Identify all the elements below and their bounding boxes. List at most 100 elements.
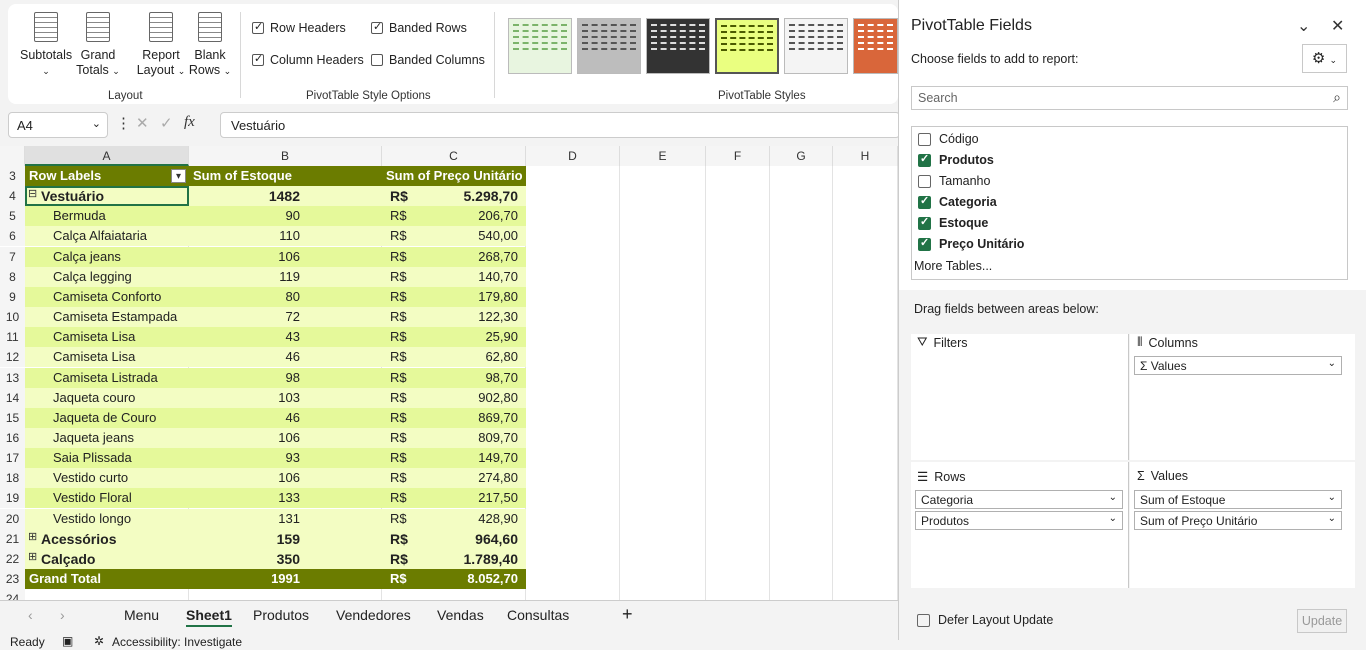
preco-value[interactable]: 869,70 bbox=[422, 407, 526, 428]
row-header[interactable]: 3 bbox=[0, 166, 25, 186]
preco-value[interactable]: 140,70 bbox=[422, 266, 526, 287]
style-swatch-lime-selected[interactable] bbox=[715, 18, 779, 74]
gear-icon[interactable]: ⚙ ⌄ bbox=[1302, 44, 1347, 73]
macro-record-icon[interactable]: ▣ bbox=[62, 634, 73, 648]
subtotals-button[interactable]: Subtotals ⌄ bbox=[20, 10, 72, 79]
field-codigo[interactable]: Código bbox=[918, 132, 979, 146]
spacer-cell[interactable] bbox=[306, 407, 382, 428]
formula-input[interactable]: Vestuário bbox=[220, 112, 900, 138]
grand-totals-button[interactable]: Grand Totals ⌄ bbox=[76, 10, 120, 79]
currency-symbol[interactable]: R$ bbox=[382, 569, 422, 589]
banded-rows-checkbox[interactable]: Banded Rows bbox=[371, 20, 467, 35]
cancel-icon[interactable]: ✕ bbox=[136, 114, 149, 132]
defer-layout-checkbox[interactable]: Defer Layout Update bbox=[917, 613, 1053, 627]
row-header[interactable]: 4 bbox=[0, 186, 25, 207]
preco-value[interactable]: 179,80 bbox=[422, 286, 526, 307]
columns-area[interactable] bbox=[1130, 334, 1355, 460]
currency-symbol[interactable]: R$ bbox=[382, 548, 422, 569]
column-headers-checkbox[interactable]: Column Headers bbox=[252, 52, 364, 67]
rows-produtos-pill[interactable]: Produtos ⌄ bbox=[915, 511, 1123, 530]
currency-symbol[interactable]: R$ bbox=[382, 226, 422, 247]
spacer-cell[interactable] bbox=[306, 246, 382, 267]
estoque-value[interactable]: 110 bbox=[189, 226, 306, 247]
spacer-cell[interactable] bbox=[306, 327, 382, 348]
spacer-cell[interactable] bbox=[306, 569, 382, 589]
style-swatch-white[interactable] bbox=[784, 18, 848, 74]
row-label[interactable]: Acessórios bbox=[25, 528, 189, 549]
filter-dropdown-icon[interactable]: ▾ bbox=[171, 169, 186, 183]
estoque-value[interactable]: 90 bbox=[189, 206, 306, 227]
preco-value[interactable]: 122,30 bbox=[422, 307, 526, 328]
currency-symbol[interactable]: R$ bbox=[382, 427, 422, 448]
preco-value[interactable]: 274,80 bbox=[422, 468, 526, 489]
row-header[interactable]: 24 bbox=[0, 589, 25, 600]
spacer-cell[interactable] bbox=[306, 427, 382, 448]
row-label[interactable]: Camiseta Estampada bbox=[25, 307, 189, 328]
spacer-cell[interactable] bbox=[306, 206, 382, 227]
spacer-cell[interactable] bbox=[306, 508, 382, 529]
row-header[interactable]: 19 bbox=[0, 488, 25, 509]
spacer-cell[interactable] bbox=[306, 186, 382, 207]
currency-symbol[interactable]: R$ bbox=[382, 186, 422, 207]
row-headers-checkbox[interactable]: Row Headers bbox=[252, 20, 346, 35]
sheet-tab-sheet1[interactable]: Sheet1 bbox=[186, 607, 232, 627]
row-header[interactable]: 17 bbox=[0, 448, 25, 469]
currency-symbol[interactable]: R$ bbox=[382, 387, 422, 408]
spacer-cell[interactable] bbox=[306, 307, 382, 328]
column-header-d[interactable]: D bbox=[526, 146, 620, 166]
estoque-value[interactable]: 106 bbox=[189, 468, 306, 489]
preco-value[interactable]: 25,90 bbox=[422, 327, 526, 348]
estoque-value[interactable]: 46 bbox=[189, 407, 306, 428]
sheet-tab-vendas[interactable]: Vendas bbox=[437, 607, 484, 623]
row-header[interactable]: 5 bbox=[0, 206, 25, 227]
spacer-cell[interactable] bbox=[306, 367, 382, 388]
spacer-cell[interactable] bbox=[306, 548, 382, 569]
currency-symbol[interactable]: R$ bbox=[382, 528, 422, 549]
spacer-cell[interactable] bbox=[306, 286, 382, 307]
row-label[interactable]: Saia Plissada bbox=[25, 448, 189, 469]
column-header-b[interactable]: B bbox=[189, 146, 382, 166]
row-header[interactable]: 7 bbox=[0, 246, 25, 267]
estoque-value[interactable]: 43 bbox=[189, 327, 306, 348]
row-label[interactable]: Calça legging bbox=[25, 266, 189, 287]
columns-values-pill[interactable]: Σ Values ⌄ bbox=[1134, 356, 1342, 375]
rows-categoria-pill[interactable]: Categoria ⌄ bbox=[915, 490, 1123, 509]
row-label[interactable]: Jaqueta jeans bbox=[25, 427, 189, 448]
currency-symbol[interactable]: R$ bbox=[382, 468, 422, 489]
field-estoque[interactable]: Estoque bbox=[918, 215, 988, 230]
row-label[interactable]: Calça Alfaiataria bbox=[25, 226, 189, 247]
row-header[interactable]: 10 bbox=[0, 307, 25, 328]
sheet-tab-produtos[interactable]: Produtos bbox=[253, 607, 309, 623]
spacer-cell[interactable] bbox=[306, 387, 382, 408]
estoque-value[interactable]: 72 bbox=[189, 307, 306, 328]
row-header[interactable]: 9 bbox=[0, 286, 25, 307]
estoque-value[interactable]: 119 bbox=[189, 266, 306, 287]
pivot-header-row-labels[interactable]: Row Labels bbox=[25, 166, 189, 186]
preco-value[interactable]: 149,70 bbox=[422, 448, 526, 469]
column-header-h[interactable]: H bbox=[833, 146, 898, 166]
row-label[interactable]: Camiseta Conforto bbox=[25, 286, 189, 307]
search-field[interactable]: Search ⌕ bbox=[911, 86, 1348, 110]
name-box[interactable]: A4 ⌄ bbox=[8, 112, 108, 138]
preco-value[interactable]: 206,70 bbox=[422, 206, 526, 227]
currency-symbol[interactable]: R$ bbox=[382, 448, 422, 469]
report-layout-button[interactable]: Report Layout ⌄ bbox=[136, 10, 186, 79]
preco-value[interactable]: 540,00 bbox=[422, 226, 526, 247]
estoque-value[interactable]: 103 bbox=[189, 387, 306, 408]
preco-value[interactable]: 98,70 bbox=[422, 367, 526, 388]
preco-value[interactable]: 62,80 bbox=[422, 347, 526, 368]
row-header[interactable]: 21 bbox=[0, 528, 25, 549]
column-header-f[interactable]: F bbox=[706, 146, 770, 166]
grand-total-label[interactable]: Grand Total bbox=[25, 569, 189, 589]
preco-value[interactable]: 428,90 bbox=[422, 508, 526, 529]
worksheet-grid[interactable]: A B C D E F G H 3 Row Labels ▾ Sum of Estoque Sum of… bbox=[0, 146, 898, 600]
spacer-cell[interactable] bbox=[306, 448, 382, 469]
select-all-corner[interactable] bbox=[0, 146, 25, 166]
preco-value[interactable]: 1.789,40 bbox=[422, 548, 526, 569]
enter-icon[interactable]: ✓ bbox=[160, 114, 173, 132]
accessibility-status[interactable]: Accessibility: Investigate bbox=[112, 635, 242, 649]
estoque-value[interactable]: 106 bbox=[189, 427, 306, 448]
style-swatch-light-green[interactable] bbox=[508, 18, 572, 74]
currency-symbol[interactable]: R$ bbox=[382, 347, 422, 368]
pivot-header-sum-estoque[interactable]: Sum of Estoque bbox=[189, 166, 382, 186]
